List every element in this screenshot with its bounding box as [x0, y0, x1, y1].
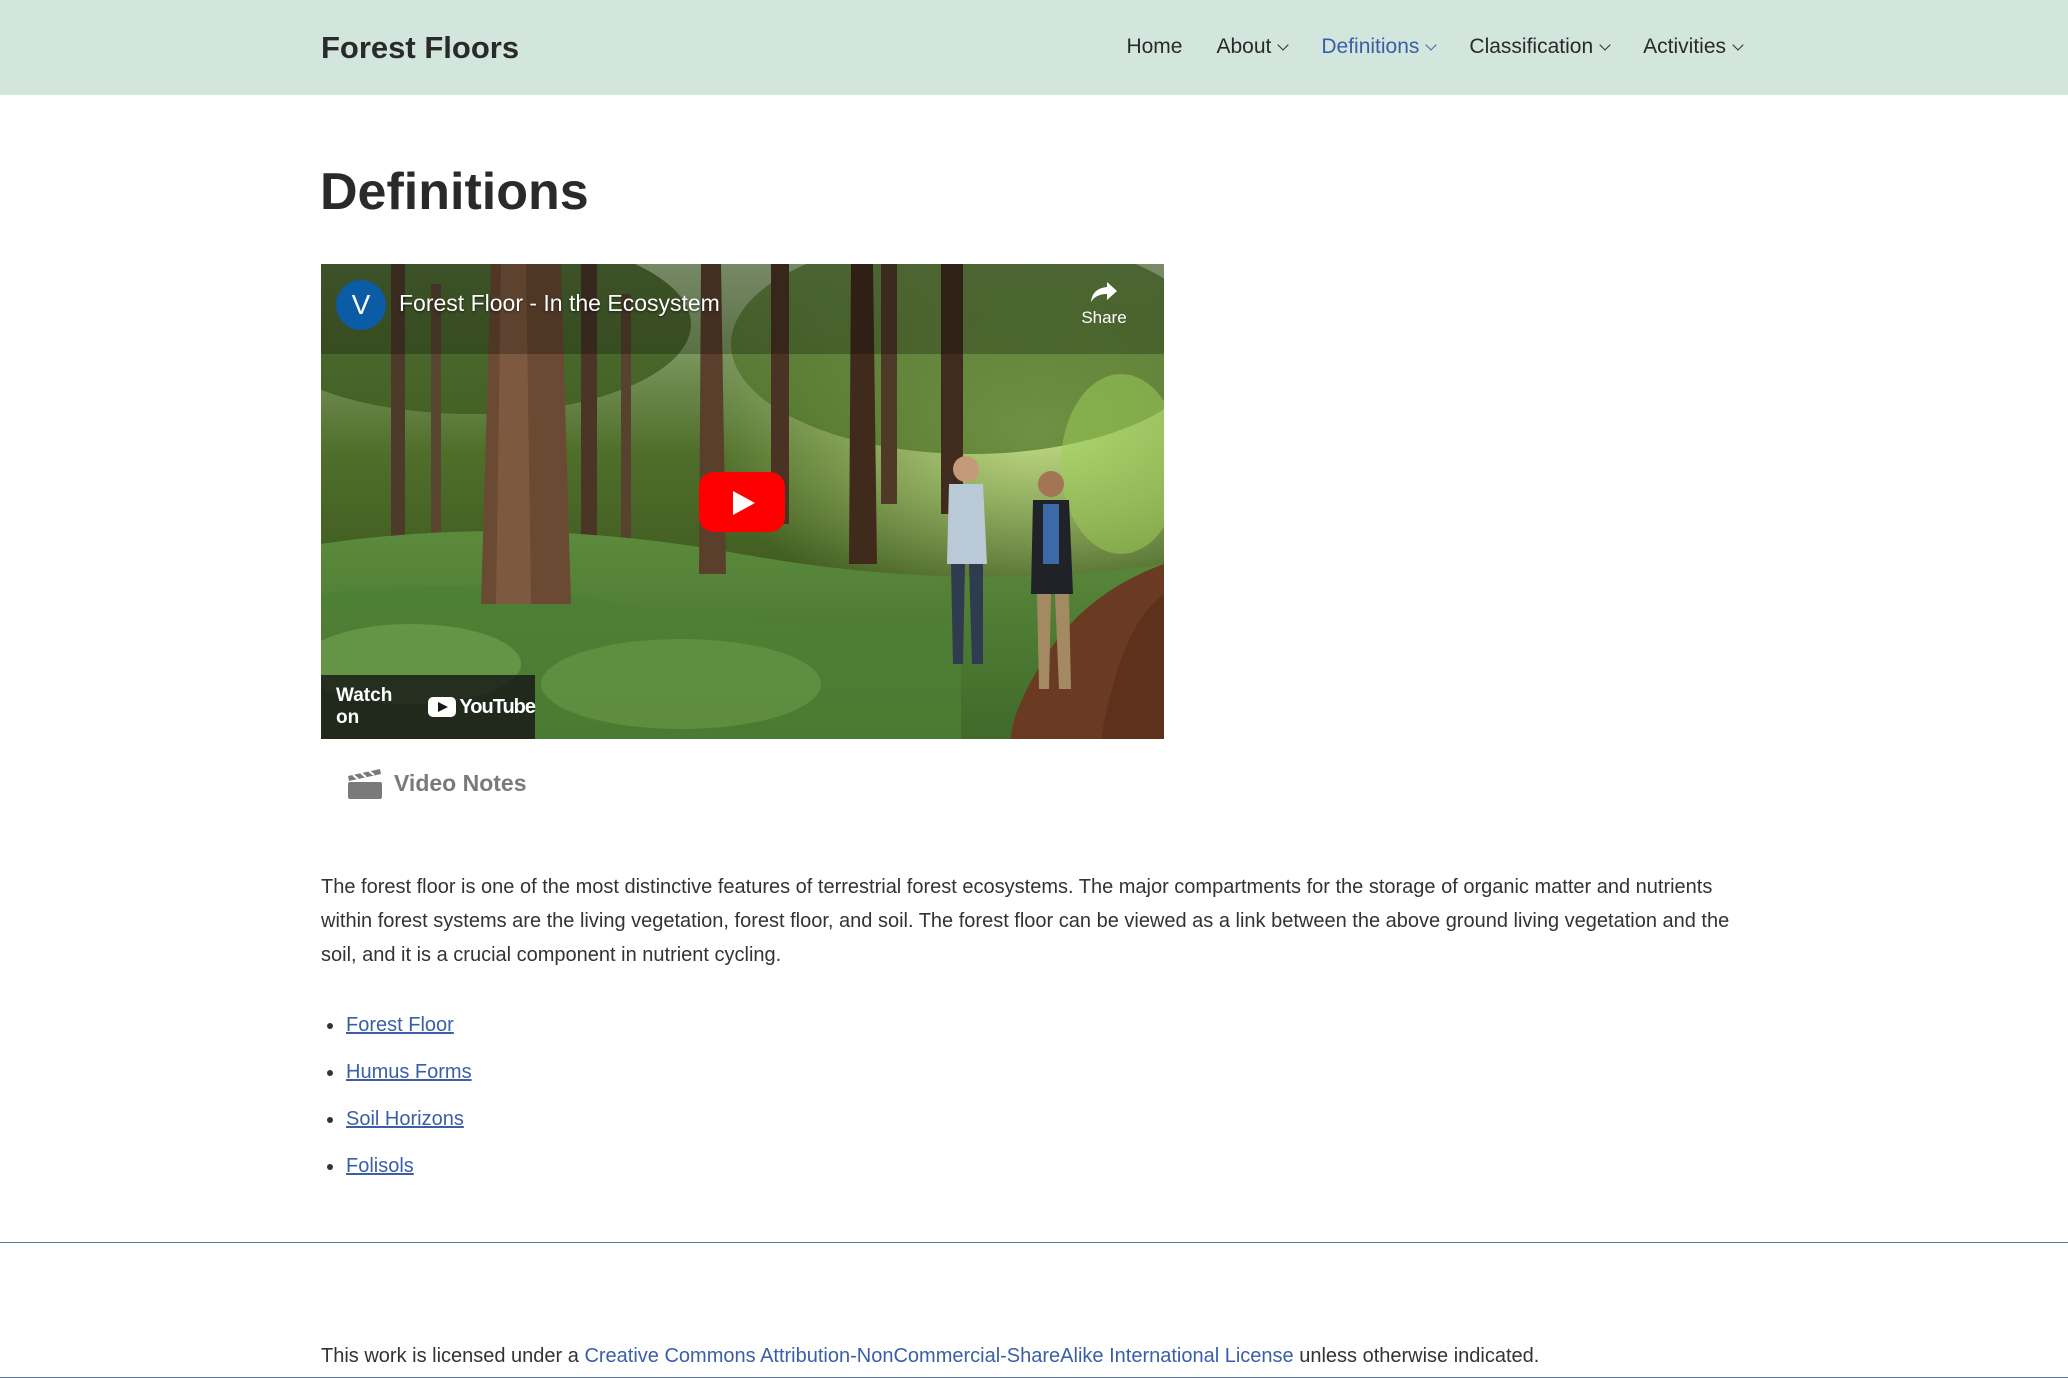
channel-initial: V [351, 289, 371, 320]
play-button[interactable] [699, 472, 785, 532]
nav-item-home[interactable]: Home [1126, 35, 1182, 59]
definitions-link-list: Forest Floor Humus Forms Soil Horizons F… [321, 1008, 472, 1196]
license-notice: This work is licensed under a Creative C… [321, 1345, 1539, 1368]
list-item: Soil Horizons [321, 1102, 472, 1149]
nav-label: Activities [1643, 35, 1726, 58]
page-title: Definitions [320, 163, 589, 221]
video-notes-button[interactable]: Video Notes [346, 766, 527, 800]
youtube-label: YouTube [459, 695, 536, 718]
intro-paragraph: The forest floor is one of the most dist… [321, 876, 1730, 966]
link-humus-forms[interactable]: Humus Forms [346, 1061, 472, 1083]
video-title[interactable]: Forest Floor - In the Ecosystem [399, 290, 720, 317]
main-nav: Home About Definitions Classification Ac… [1126, 35, 1744, 59]
list-item: Humus Forms [321, 1055, 472, 1102]
video-notes-label: Video Notes [394, 769, 527, 796]
site-header: Forest Floors Home About Definitions Cla… [0, 0, 2068, 95]
link-forest-floor[interactable]: Forest Floor [346, 1014, 454, 1036]
watch-on-youtube-button[interactable]: Watch on YouTube [321, 675, 536, 739]
nav-item-definitions[interactable]: Definitions [1321, 35, 1438, 59]
watch-on-label: Watch on [336, 685, 393, 728]
license-prefix: This work is licensed under a [321, 1345, 585, 1367]
video-embed[interactable]: V Forest Floor - In the Ecosystem Share … [321, 264, 1164, 739]
youtube-play-icon [428, 697, 457, 717]
footer-divider [0, 1242, 2068, 1243]
nav-label: Definitions [1321, 35, 1420, 58]
link-soil-horizons[interactable]: Soil Horizons [346, 1108, 464, 1130]
chevron-down-icon [1732, 38, 1744, 51]
clapperboard-icon [348, 769, 382, 799]
youtube-logo: YouTube [428, 695, 536, 719]
share-label: Share [1081, 308, 1127, 327]
chevron-down-icon [1425, 38, 1438, 51]
nav-label: Home [1126, 35, 1183, 58]
nav-item-activities[interactable]: Activities [1643, 35, 1744, 59]
list-item: Forest Floor [321, 1008, 472, 1055]
nav-label: About [1216, 35, 1272, 58]
license-suffix: unless otherwise indicated. [1293, 1345, 1540, 1367]
nav-item-classification[interactable]: Classification [1469, 35, 1611, 59]
nav-item-about[interactable]: About [1216, 35, 1290, 59]
list-item: Folisols [321, 1149, 472, 1196]
link-folisols[interactable]: Folisols [346, 1155, 414, 1177]
share-button[interactable]: Share [1074, 280, 1134, 328]
chevron-down-icon [1277, 38, 1290, 51]
site-title[interactable]: Forest Floors [321, 30, 519, 66]
license-link[interactable]: Creative Commons Attribution-NonCommerci… [584, 1345, 1293, 1367]
chevron-down-icon [1599, 38, 1611, 51]
share-icon [1091, 282, 1117, 302]
nav-label: Classification [1469, 35, 1594, 58]
channel-avatar[interactable]: V [336, 280, 386, 330]
